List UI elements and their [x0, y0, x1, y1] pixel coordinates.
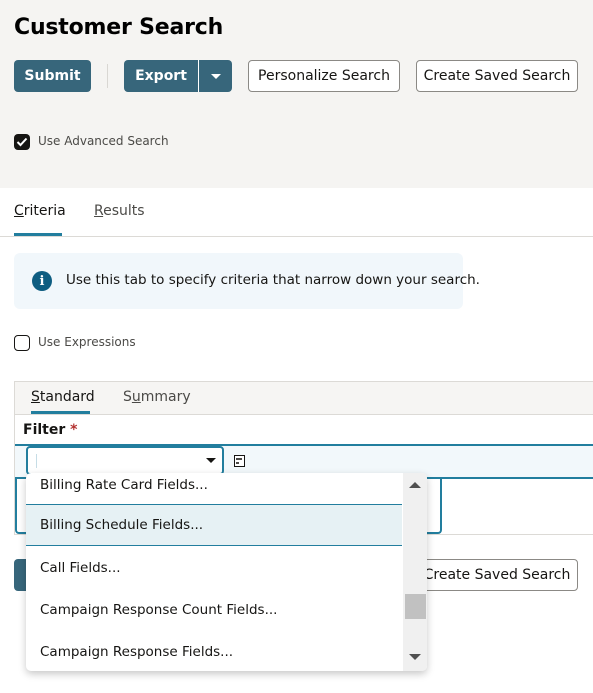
info-message-box: i Use this tab to specify criteria that … — [14, 253, 480, 309]
tab-results[interactable]: Results — [94, 203, 145, 219]
tab-label-rest: tandard — [39, 389, 95, 405]
dropdown-scrollbar[interactable] — [403, 473, 427, 671]
scroll-up-icon[interactable] — [409, 482, 421, 488]
dropdown-option[interactable]: Call Fields... — [26, 547, 402, 588]
required-indicator: * — [70, 422, 78, 438]
tab-label-rest: mmary — [140, 389, 191, 405]
page-title: Customer Search — [14, 15, 224, 40]
chevron-down-icon — [210, 73, 221, 79]
subtab-summary[interactable]: Summary — [123, 389, 191, 405]
text-caret — [36, 454, 37, 468]
tab-accesskey: C — [14, 203, 24, 219]
info-message-text: Use this tab to specify criteria that na… — [66, 272, 480, 288]
create-saved-search-button[interactable]: Create Saved Search — [416, 60, 578, 92]
export-menu-button[interactable] — [198, 60, 232, 92]
scroll-down-icon[interactable] — [409, 654, 421, 660]
use-expressions-checkbox[interactable] — [14, 335, 30, 351]
toolbar-separator — [107, 64, 108, 88]
tab-label-rest: esults — [103, 203, 145, 219]
use-expressions-label: Use Expressions — [38, 335, 136, 349]
tab-criteria[interactable]: Criteria — [14, 203, 66, 219]
tab-label-rest: riteria — [23, 203, 66, 219]
submit-button[interactable]: Submit — [14, 60, 91, 92]
tabs-divider — [0, 236, 593, 237]
use-advanced-search-checkbox[interactable] — [14, 134, 30, 150]
subtabs-bar: Standard Summary — [15, 382, 593, 415]
scrollbar-thumb[interactable] — [405, 594, 426, 619]
filter-dropdown-list: Billing Rate Card Fields... Billing Sche… — [26, 473, 427, 671]
dropdown-arrow-icon[interactable] — [206, 458, 216, 463]
dropdown-option[interactable]: Billing Rate Card Fields... — [26, 473, 402, 505]
dropdown-option-highlighted[interactable]: Billing Schedule Fields... — [26, 504, 402, 546]
filter-label-text: Filter — [23, 422, 66, 438]
tab-accesskey: R — [94, 203, 104, 219]
tab-active-indicator — [14, 233, 62, 236]
tab-accesskey: S — [31, 389, 40, 405]
dropdown-option[interactable]: Campaign Response Count Fields... — [26, 589, 402, 630]
info-icon: i — [32, 271, 52, 291]
checkmark-icon — [16, 137, 28, 147]
dropdown-option[interactable]: Campaign Response Fields... — [26, 631, 402, 671]
subtab-standard[interactable]: Standard — [31, 389, 95, 405]
bottom-create-saved-search-button[interactable]: Create Saved Search — [416, 559, 578, 591]
filter-select[interactable] — [26, 446, 224, 475]
use-advanced-search-label: Use Advanced Search — [38, 134, 169, 148]
subtab-active-indicator — [31, 411, 90, 414]
tab-label-pre: S — [123, 389, 132, 405]
personalize-search-button[interactable]: Personalize Search — [248, 60, 400, 92]
tab-accesskey: u — [131, 389, 141, 405]
filter-label: Filter * — [23, 422, 77, 438]
export-button[interactable]: Export — [124, 60, 198, 92]
document-icon[interactable] — [234, 455, 245, 467]
